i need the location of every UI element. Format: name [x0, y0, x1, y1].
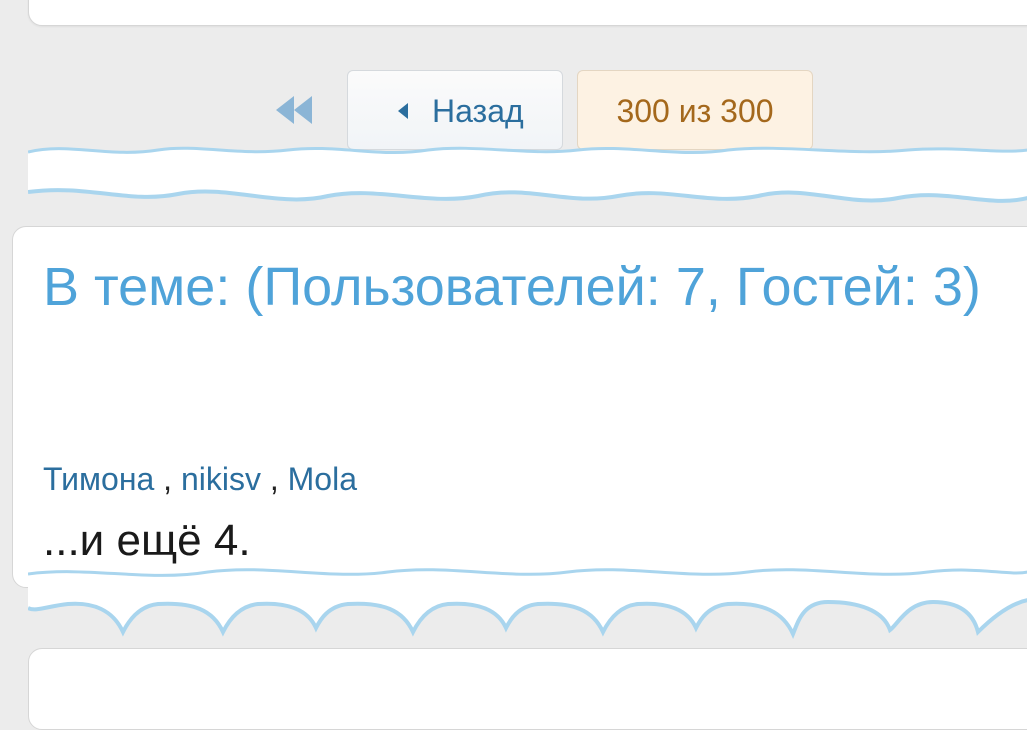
user-link-nikisv[interactable]: nikisv — [181, 461, 261, 497]
decorative-wave — [28, 146, 1027, 203]
more-users-text: ...и ещё 4. — [43, 516, 251, 565]
double-chevron-left-icon — [276, 96, 312, 124]
online-users-title: В теме: (Пользователей: 7, Гостей: 3) — [43, 257, 981, 317]
user-link-mola[interactable]: Mola — [288, 461, 357, 497]
decorative-icicle-wave — [28, 568, 1027, 640]
online-users-list: Тимона , nikisv , Mola — [43, 459, 357, 499]
user-separator: , — [269, 461, 279, 497]
online-users-card: В теме: (Пользователей: 7, Гостей: 3) Ти… — [12, 226, 1027, 588]
first-page-button[interactable] — [272, 92, 318, 128]
user-separator: , — [163, 461, 173, 497]
user-link-timona[interactable]: Тимона — [43, 461, 154, 497]
back-button-label: Назад — [432, 93, 524, 129]
pagination: Назад 300 из 300 — [0, 0, 1027, 160]
next-card — [28, 648, 1027, 730]
caret-left-icon — [398, 103, 408, 119]
